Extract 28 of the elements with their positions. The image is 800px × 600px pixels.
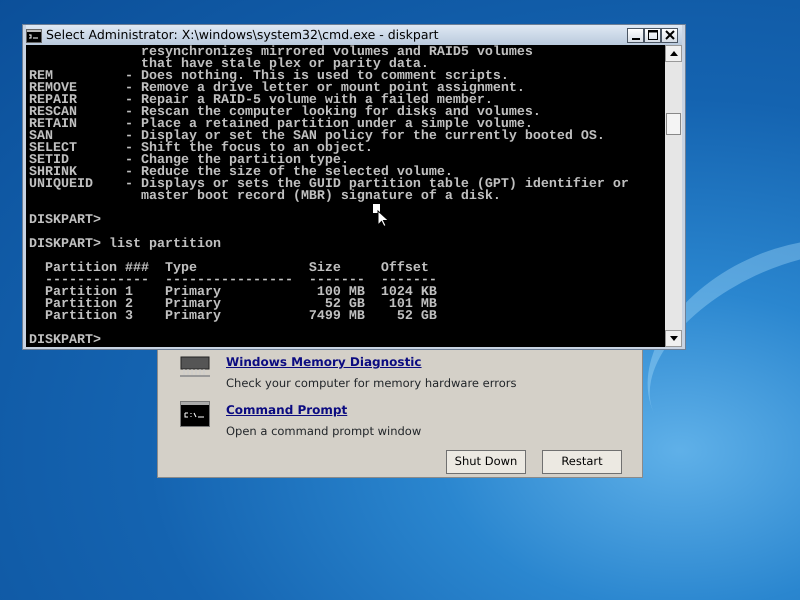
scrollbar[interactable] <box>665 45 682 347</box>
minimize-icon <box>632 38 640 40</box>
minimize-button[interactable] <box>627 28 644 42</box>
console-line: master boot record (MBR) signature of a disk. <box>140 191 501 203</box>
scroll-thumb[interactable] <box>666 113 681 135</box>
recovery-tool-link[interactable]: Command Prompt <box>226 401 422 420</box>
recovery-tool-link[interactable]: Windows Memory Diagnostic <box>226 353 516 371</box>
dialog-button[interactable]: Restart <box>542 450 622 474</box>
scroll-up-button[interactable] <box>665 45 682 62</box>
console-icon <box>26 28 42 43</box>
console-line: DISKPART> <box>29 335 102 347</box>
window-title: Select Administrator: X:\windows\system32\cmd.exe - diskpart <box>46 26 440 44</box>
tool-description: Check your computer for memory hardware errors <box>226 375 516 392</box>
mouse-pointer-icon <box>372 204 390 228</box>
console-icon <box>180 401 210 428</box>
up-arrow-icon <box>670 51 678 56</box>
close-icon <box>664 30 674 40</box>
maximize-icon <box>648 30 658 40</box>
console-line: Partition 3 Primary 7499 MB 52 GB <box>44 311 438 323</box>
console-line: Partition ### Type Size Offset <box>44 263 430 275</box>
console-line: DISKPART> list partition <box>29 239 222 251</box>
tool-description: Open a command prompt window <box>226 423 422 440</box>
close-button[interactable] <box>661 28 678 42</box>
maximize-button[interactable] <box>644 28 661 42</box>
console-line: DISKPART> <box>29 215 102 227</box>
scroll-down-button[interactable] <box>665 330 682 347</box>
down-arrow-icon <box>670 336 678 341</box>
dialog-button[interactable]: Shut Down <box>446 450 526 474</box>
